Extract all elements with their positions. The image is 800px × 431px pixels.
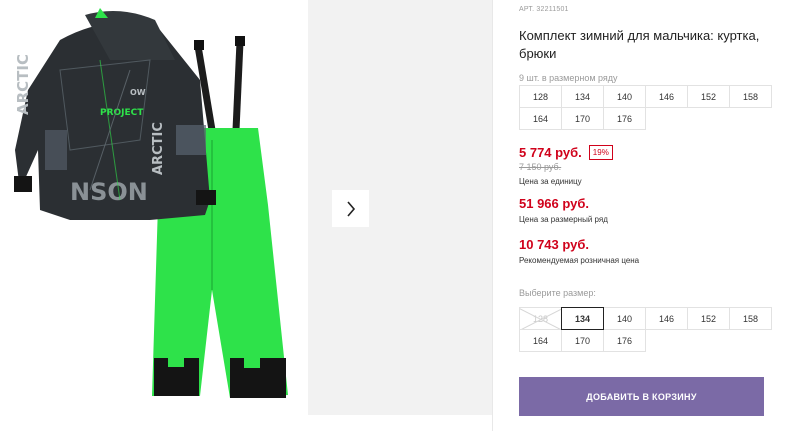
size-row-cell: 146 (645, 85, 688, 108)
size-row-cell: 140 (603, 85, 646, 108)
add-to-cart-button[interactable]: ДОБАВИТЬ В КОРЗИНУ (519, 377, 764, 416)
size-option[interactable]: 158 (729, 307, 772, 330)
old-price: 7 150 руб. (519, 162, 562, 172)
svg-text:ARCTIC: ARCTIC (14, 54, 32, 115)
size-option[interactable]: 170 (561, 329, 604, 352)
article-number: АРТ. 32211501 (519, 6, 569, 13)
svg-text:NSON: NSON (70, 178, 148, 206)
size-row-cell: 128 (519, 85, 562, 108)
product-gallery: ARCTIC PROJECT ARCTIC NSON OW (0, 0, 492, 431)
unit-price-label: Цена за единицу (519, 177, 582, 186)
size-row-cell: 152 (687, 85, 730, 108)
size-row-cell: 170 (561, 107, 604, 130)
gallery-next-button[interactable] (332, 190, 369, 227)
size-option-selected[interactable]: 134 (561, 307, 604, 330)
svg-text:ARCTIC: ARCTIC (151, 122, 166, 175)
size-option[interactable]: 140 (603, 307, 646, 330)
product-title: Комплект зимний для мальчика: куртка, бр… (519, 28, 760, 61)
row-price: 51 966 руб. (519, 196, 590, 211)
size-option[interactable]: 152 (687, 307, 730, 330)
discount-badge: 19% (588, 145, 613, 160)
size-row-cell: 176 (603, 107, 646, 130)
size-option[interactable]: 176 (603, 329, 646, 352)
size-row-grid: 128 134 140 146 152 158 164 170 176 (519, 85, 772, 130)
unit-price-row: 5 774 руб. 19% (519, 145, 613, 160)
suspender-right (232, 41, 244, 131)
quantity-note: 9 шт. в размерном ряду (519, 73, 618, 83)
rrp-price-label: Рекомендуемая розничная цена (519, 256, 640, 265)
svg-text:OW: OW (130, 88, 146, 97)
row-price-label: Цена за размерный ряд (519, 215, 608, 224)
size-option[interactable]: 164 (519, 329, 562, 352)
size-option[interactable]: 146 (645, 307, 688, 330)
size-row-cell: 134 (561, 85, 604, 108)
unit-price: 5 774 руб. (519, 145, 582, 160)
chevron-right-icon (346, 200, 355, 217)
column-divider (492, 0, 493, 431)
size-row-cell: 164 (519, 107, 562, 130)
size-select-label: Выберите размер: (519, 288, 596, 298)
size-selector: 128 134 140 146 152 158 164 170 176 (519, 307, 772, 352)
rrp-price: 10 743 руб. (519, 237, 590, 252)
product-image[interactable]: ARCTIC PROJECT ARCTIC NSON OW (0, 0, 300, 415)
size-row-cell: 158 (729, 85, 772, 108)
size-option-unavailable[interactable]: 128 (519, 307, 562, 330)
